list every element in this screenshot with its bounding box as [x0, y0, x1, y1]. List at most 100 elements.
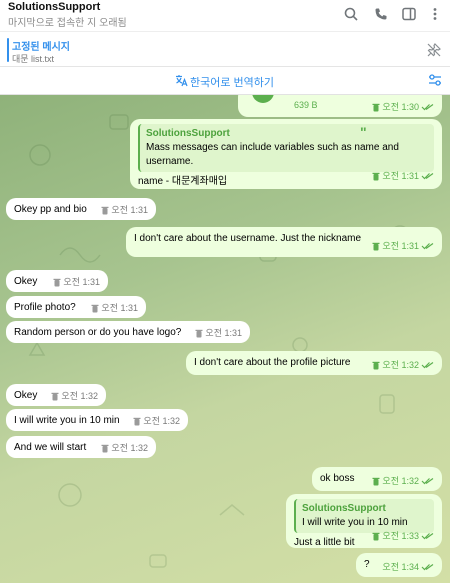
trash-icon	[372, 103, 380, 111]
double-check-icon	[421, 478, 434, 485]
message-bubble[interactable]: I will write you in 10 min 오전 1:32	[6, 409, 188, 431]
message-bubble[interactable]: Okey pp and bio 오전 1:31	[6, 198, 156, 220]
translate-label[interactable]: 한국어로 번역하기	[190, 74, 274, 90]
message-meta: 오전 1:31	[195, 326, 242, 340]
message-text: I will write you in 10 min	[14, 415, 120, 426]
trash-icon	[101, 444, 109, 452]
reply-quote-author: SolutionsSupport	[302, 503, 386, 514]
message-bubble[interactable]: ok boss 오전 1:32	[312, 467, 442, 491]
pinned-indicator	[7, 38, 9, 62]
trash-icon	[372, 172, 380, 180]
message-bubble[interactable]: SolutionsSupport Mass messages can inclu…	[130, 119, 442, 189]
reply-quote[interactable]: SolutionsSupport Mass messages can inclu…	[138, 124, 434, 172]
reply-quote-text: Mass messages can include variables such…	[146, 142, 399, 167]
message-time: 오전 1:33	[382, 531, 419, 541]
reply-quote-author: SolutionsSupport	[146, 128, 230, 139]
message-bubble[interactable]: SolutionsSupport I will write you in 10 …	[286, 494, 442, 548]
message-bubble[interactable]: Random person or do you have logo? 오전 1:…	[6, 321, 250, 343]
message-meta: 오전 1:32	[372, 358, 434, 372]
file-icon[interactable]	[252, 95, 274, 103]
message-meta: 오전 1:32	[133, 414, 180, 428]
message-time: 오전 1:31	[101, 303, 138, 313]
trash-icon	[91, 304, 99, 312]
trash-icon	[372, 532, 380, 540]
trash-icon	[101, 206, 109, 214]
double-check-icon	[421, 564, 434, 571]
message-time: 오전 1:32	[61, 391, 98, 401]
unpin-icon[interactable]	[426, 42, 442, 63]
file-size: 639 B	[294, 100, 318, 110]
reply-quote-text: I will write you in 10 min	[302, 517, 408, 528]
message-bubble[interactable]: ? 오전 1:34	[356, 553, 442, 577]
message-text: Okey	[14, 390, 38, 401]
message-meta: 오전 1:31	[372, 169, 434, 183]
message-time: 오전 1:32	[382, 360, 419, 370]
tune-icon[interactable]	[428, 73, 442, 92]
search-icon[interactable]	[342, 5, 360, 23]
message-time: 오전 1:31	[382, 241, 419, 251]
message-text: name - 대문계좌매입	[138, 176, 228, 187]
double-check-icon	[421, 533, 434, 540]
message-text: ?	[364, 559, 370, 570]
message-meta: 오전 1:32	[51, 389, 98, 403]
message-meta: 오전 1:31	[53, 275, 100, 289]
quote-mark-icon: "	[360, 124, 367, 140]
message-text: I don't care about the username. Just th…	[134, 233, 362, 244]
message-text: Profile photo?	[14, 302, 76, 313]
message-bubble[interactable]: I don't care about the profile picture 오…	[186, 351, 442, 375]
message-time: 오전 1:32	[382, 476, 419, 486]
message-text: Just a little bit	[294, 537, 355, 548]
message-meta: 오전 1:31	[372, 239, 434, 253]
trash-icon	[372, 361, 380, 369]
message-time: 오전 1:32	[143, 416, 180, 426]
message-text: ok boss	[320, 473, 355, 484]
message-meta: 오전 1:31	[91, 301, 138, 315]
double-check-icon	[421, 362, 434, 369]
translate-icon	[175, 74, 188, 92]
message-text: I don't care about the profile picture	[194, 357, 351, 368]
double-check-icon	[421, 243, 434, 250]
more-vert-icon[interactable]	[426, 5, 444, 23]
message-bubble[interactable]: Profile photo? 오전 1:31	[6, 296, 146, 318]
chat-area[interactable]: 639 B 오전 1:30 SolutionsSupport Mass mess…	[0, 95, 450, 583]
trash-icon	[195, 329, 203, 337]
message-time: 오전 1:31	[382, 171, 419, 181]
trash-icon	[53, 278, 61, 286]
sidebar-icon[interactable]	[400, 5, 418, 23]
chat-title[interactable]: SolutionsSupport	[8, 1, 100, 13]
translate-bar[interactable]: 한국어로 번역하기	[0, 67, 450, 95]
message-time: 오전 1:34	[382, 562, 419, 572]
double-check-icon	[421, 173, 434, 180]
last-seen-status: 마지막으로 접속한 지 오래됨	[8, 18, 127, 29]
pinned-message-bar[interactable]: 고정된 메시지 대문 list.txt	[0, 31, 450, 67]
message-text: Okey	[14, 276, 38, 287]
message-bubble[interactable]: And we will start 오전 1:32	[6, 436, 156, 458]
trash-icon	[51, 392, 59, 400]
message-meta: 오전 1:32	[101, 441, 148, 455]
message-time: 오전 1:31	[111, 205, 148, 215]
message-text: And we will start	[14, 442, 87, 453]
message-time: 오전 1:30	[382, 102, 419, 112]
message-meta: 오전 1:34	[382, 560, 434, 574]
trash-icon	[133, 417, 141, 425]
message-text: Okey pp and bio	[14, 204, 87, 215]
message-bubble[interactable]: Okey 오전 1:32	[6, 384, 106, 406]
message-meta: 오전 1:32	[372, 474, 434, 488]
message-bubble[interactable]: Okey 오전 1:31	[6, 270, 108, 292]
chat-header: SolutionsSupport 마지막으로 접속한 지 오래됨	[0, 0, 450, 31]
message-time: 오전 1:31	[205, 328, 242, 338]
reply-quote[interactable]: SolutionsSupport I will write you in 10 …	[294, 499, 434, 533]
pinned-text: 대문 list.txt	[12, 54, 55, 64]
message-meta: 오전 1:31	[101, 203, 148, 217]
message-bubble[interactable]: I don't care about the username. Just th…	[126, 227, 442, 257]
double-check-icon	[421, 104, 434, 111]
pinned-title: 고정된 메시지	[12, 42, 70, 53]
phone-icon[interactable]	[372, 5, 390, 23]
message-meta: 오전 1:30	[372, 100, 434, 114]
file-message[interactable]: 639 B 오전 1:30	[238, 95, 442, 117]
message-time: 오전 1:32	[111, 443, 148, 453]
message-time: 오전 1:31	[63, 277, 100, 287]
trash-icon	[372, 242, 380, 250]
message-text: Random person or do you have logo?	[14, 327, 182, 338]
message-meta: 오전 1:33	[372, 529, 434, 543]
